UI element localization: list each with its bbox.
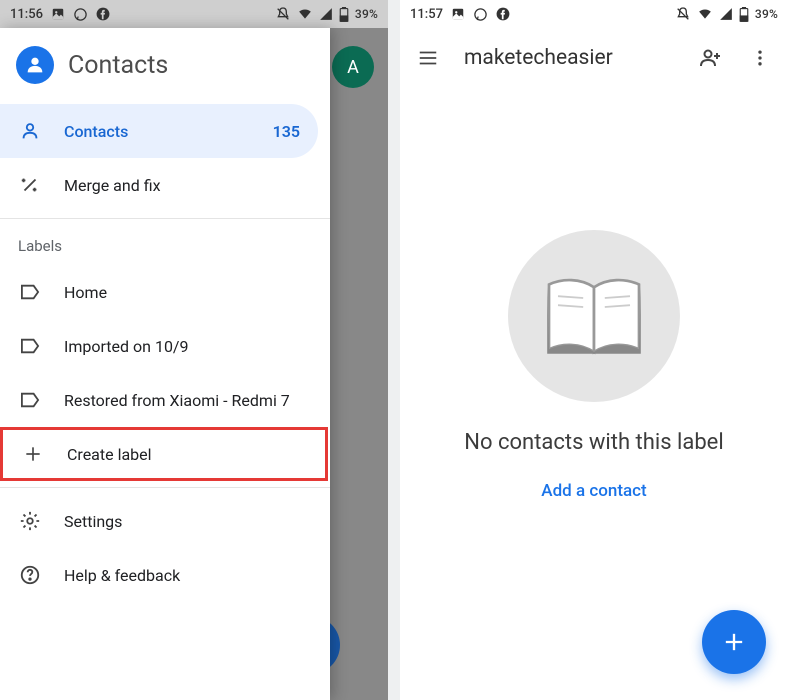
whatsapp-icon [73,7,88,22]
label-home[interactable]: Home [0,265,330,319]
page-title: maketecheasier [464,46,613,70]
fab-add[interactable] [702,610,766,674]
gallery-icon [51,7,65,21]
avatar-letter: A [347,57,359,78]
drawer-title: Contacts [68,51,168,80]
status-time: 11:56 [10,7,43,22]
settings-label: Settings [64,512,122,531]
person-icon [18,119,42,143]
status-time: 11:57 [410,7,443,22]
gallery-icon [451,7,465,21]
label-restored-text: Restored from Xiaomi - Redmi 7 [64,391,290,410]
plus-icon [21,442,45,466]
label-icon [18,280,42,304]
gear-icon [18,509,42,533]
phone-right: 11:57 39% maketecheasier [400,0,788,700]
label-restored[interactable]: Restored from Xiaomi - Redmi 7 [0,373,330,427]
wand-icon [18,173,42,197]
status-battery: 39% [355,7,378,21]
contacts-app-icon [16,46,54,84]
wifi-icon [697,7,713,21]
book-icon [508,230,680,402]
phone-left: 11:56 39% A Co [0,0,388,700]
facebook-icon [96,7,110,21]
create-label[interactable]: Create label [0,427,328,481]
battery-icon [739,7,749,22]
menu-button[interactable] [414,44,442,72]
help-label: Help & feedback [64,566,180,585]
label-imported-text: Imported on 10/9 [64,337,189,356]
app-header: maketecheasier [400,28,788,88]
create-label-text: Create label [67,445,152,464]
add-person-button[interactable] [696,44,724,72]
label-icon [18,388,42,412]
add-contact-link[interactable]: Add a contact [541,481,646,501]
label-imported[interactable]: Imported on 10/9 [0,319,330,373]
signal-icon [319,7,333,21]
nav-help[interactable]: Help & feedback [0,548,330,602]
empty-message: No contacts with this label [464,430,723,455]
dnd-icon [675,6,691,22]
nav-contacts-count: 135 [273,122,300,141]
label-icon [18,334,42,358]
status-bar: 11:56 39% [0,0,388,28]
nav-contacts-label: Contacts [64,122,128,141]
drawer-header: Contacts [0,28,330,104]
labels-section-title: Labels [0,225,330,265]
account-avatar[interactable]: A [332,46,374,88]
battery-icon [339,7,349,22]
signal-icon [719,7,733,21]
wifi-icon [297,7,313,21]
divider [0,487,330,488]
status-battery: 39% [755,7,778,21]
divider [0,218,330,219]
nav-settings[interactable]: Settings [0,494,330,548]
facebook-icon [496,7,510,21]
help-icon [18,563,42,587]
nav-merge-label: Merge and fix [64,176,161,195]
nav-merge-fix[interactable]: Merge and fix [0,158,330,212]
empty-state: No contacts with this label Add a contac… [400,230,788,501]
nav-contacts[interactable]: Contacts 135 [0,104,318,158]
label-home-text: Home [64,283,107,302]
status-bar: 11:57 39% [400,0,788,28]
navigation-drawer: Contacts Contacts 135 Merge and fix Labe… [0,28,330,700]
dnd-icon [275,6,291,22]
whatsapp-icon [473,7,488,22]
more-button[interactable] [746,44,774,72]
